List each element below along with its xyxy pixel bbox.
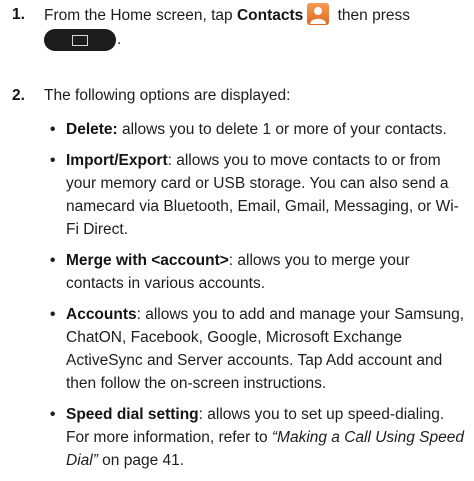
list-item: • Speed dial setting: allows you to set … bbox=[50, 406, 464, 469]
list-item: • Delete: allows you to delete 1 or more… bbox=[50, 121, 447, 138]
list-item: • Import/Export: allows you to move cont… bbox=[50, 152, 459, 238]
step-number: 2. bbox=[12, 87, 25, 104]
step-text: The following options are displayed: bbox=[44, 87, 291, 104]
step-2: 2. The following options are displayed: bbox=[0, 84, 474, 110]
step-period: . bbox=[117, 30, 122, 48]
option-title: Accounts bbox=[66, 306, 137, 323]
option-title: Speed dial setting bbox=[66, 406, 199, 423]
menu-key-icon bbox=[44, 29, 116, 51]
options-list: • Delete: allows you to delete 1 or more… bbox=[50, 118, 466, 480]
list-item: • Accounts: allows you to add and manage… bbox=[50, 306, 465, 392]
step-1: 1. From the Home screen, tap Contacts th… bbox=[0, 3, 474, 51]
contacts-label: Contacts bbox=[236, 7, 304, 24]
option-desc: allows you to delete 1 or more of your c… bbox=[117, 121, 447, 138]
option-title: Delete: bbox=[66, 121, 118, 138]
option-title: Merge with <account> bbox=[66, 252, 229, 269]
list-item: • Merge with <account>: allows you to me… bbox=[50, 252, 410, 292]
step-post-text: then press bbox=[333, 7, 410, 24]
option-tail: on page 41. bbox=[97, 452, 185, 469]
contacts-icon bbox=[307, 3, 330, 25]
step-text: From the Home screen, tap Contacts then … bbox=[44, 3, 464, 51]
option-title: Import/Export bbox=[66, 152, 168, 169]
step-pre-text: From the Home screen, tap bbox=[44, 7, 237, 24]
step-number: 1. bbox=[12, 6, 25, 23]
